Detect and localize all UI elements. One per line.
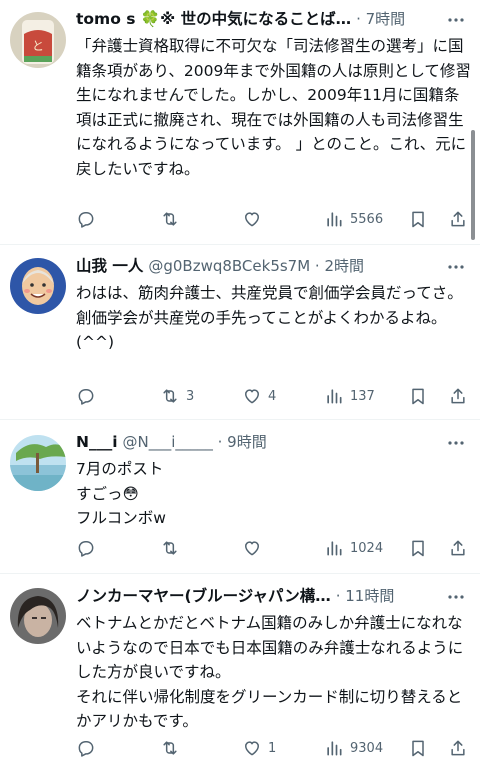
display-name[interactable]: 山我 一人 [76,257,143,275]
retweet-button[interactable]: 3 [160,384,194,408]
views-button[interactable]: 5566 [324,207,383,231]
share-button[interactable] [448,736,468,760]
avatar[interactable] [10,435,66,491]
share-icon [448,386,468,406]
display-name[interactable]: tomo s 🍀※ 世の中気になることば… [76,10,351,28]
action-bar: 3 4 137 [76,384,470,408]
post-n-i[interactable]: N___i @N___i_____ · 9時間 7月のポスト すごっ😳 フルコン… [0,420,480,572]
like-icon [242,209,262,229]
like-icon [242,738,262,758]
more-icon[interactable] [446,433,466,453]
post-yamaga[interactable]: 山我 一人 @g0Bzwq8BCek5s7M · 2時間 わはは、筋肉弁護士、共… [0,245,480,419]
views-count: 137 [350,388,375,404]
post-meta[interactable]: @N___i_____ · 9時間 [122,433,266,451]
views-count: 9304 [350,740,384,756]
views-button[interactable]: 9304 [324,736,383,760]
bookmark-button[interactable] [408,736,428,760]
reply-icon [76,386,96,406]
share-button[interactable] [448,207,468,231]
like-button[interactable] [242,536,268,560]
share-button[interactable] [448,384,468,408]
reply-button[interactable] [76,736,96,760]
more-icon[interactable] [446,587,466,607]
display-name[interactable]: ノンカーマヤー(ブルージャパン構… [76,587,331,605]
views-icon [324,738,344,758]
post-header: tomo s 🍀※ 世の中気になることば… · 7時間 [76,8,470,30]
retweet-icon [160,738,180,758]
action-bar: 1 9304 [76,736,470,760]
views-count: 5566 [350,211,384,227]
retweet-button[interactable] [160,207,186,231]
post-tomo[interactable]: と tomo s 🍀※ 世の中気になることば… · 7時間 「弁護士資格取得に不… [0,0,480,244]
like-button[interactable]: 4 [242,384,276,408]
reply-icon [76,209,96,229]
reply-button[interactable] [76,536,96,560]
reply-icon [76,738,96,758]
views-icon [324,538,344,558]
avatar[interactable] [10,588,66,644]
post-meta[interactable]: @g0Bzwq8BCek5s7M · 2時間 [148,257,364,275]
post-nonkamaya[interactable]: ノンカーマヤー(ブルージャパン構… · 11時間 ベトナムとかだとベトナム国籍の… [0,574,480,771]
reply-button[interactable] [76,384,96,408]
views-icon [324,386,344,406]
scrollbar[interactable] [471,130,475,240]
post-meta[interactable]: · 11時間 [336,587,395,605]
like-count: 1 [268,740,277,756]
retweet-icon [160,386,180,406]
bookmark-button[interactable] [408,207,428,231]
svg-text:と: と [32,39,44,53]
like-icon [242,538,262,558]
post-text: 「弁護士資格取得に不可欠な「司法修習生の選考」に国籍条項があり、2009年まで外… [76,37,471,178]
retweet-button[interactable] [160,536,186,560]
reply-feed: と tomo s 🍀※ 世の中気になることば… · 7時間 「弁護士資格取得に不… [0,0,480,771]
post-header: 山我 一人 @g0Bzwq8BCek5s7M · 2時間 [76,255,470,277]
like-button[interactable] [242,207,268,231]
bookmark-icon [408,538,428,558]
like-icon [242,386,262,406]
avatar[interactable] [10,258,66,314]
retweet-count: 3 [186,388,195,404]
post-meta[interactable]: · 7時間 [356,10,405,28]
bookmark-icon [408,209,428,229]
action-bar: 1024 [76,536,470,560]
bookmark-icon [408,738,428,758]
views-icon [324,209,344,229]
more-icon[interactable] [446,257,466,277]
views-button[interactable]: 1024 [324,536,383,560]
action-bar: 5566 [76,207,470,231]
reply-button[interactable] [76,207,96,231]
post-header: N___i @N___i_____ · 9時間 [76,431,470,453]
bookmark-button[interactable] [408,536,428,560]
more-icon[interactable] [446,10,466,30]
avatar[interactable]: と [10,12,66,68]
retweet-icon [160,209,180,229]
retweet-icon [160,538,180,558]
post-text: わはは、筋肉弁護士、共産党員で創価学会員だってさ。 創価学会が共産党の手先ってこ… [76,284,463,351]
share-button[interactable] [448,536,468,560]
bookmark-button[interactable] [408,384,428,408]
post-text: ベトナムとかだとベトナム国籍のみしか弁護士になれないようなので日本でも日本国籍の… [76,614,464,730]
post-header: ノンカーマヤー(ブルージャパン構… · 11時間 [76,585,470,607]
views-count: 1024 [350,540,384,556]
retweet-button[interactable] [160,736,186,760]
bookmark-icon [408,386,428,406]
share-icon [448,209,468,229]
views-button[interactable]: 137 [324,384,375,408]
post-text: 7月のポスト すごっ😳 フルコンボw [76,460,166,527]
display-name[interactable]: N___i [76,433,118,451]
share-icon [448,538,468,558]
share-icon [448,738,468,758]
like-count: 4 [268,388,277,404]
reply-icon [76,538,96,558]
like-button[interactable]: 1 [242,736,276,760]
